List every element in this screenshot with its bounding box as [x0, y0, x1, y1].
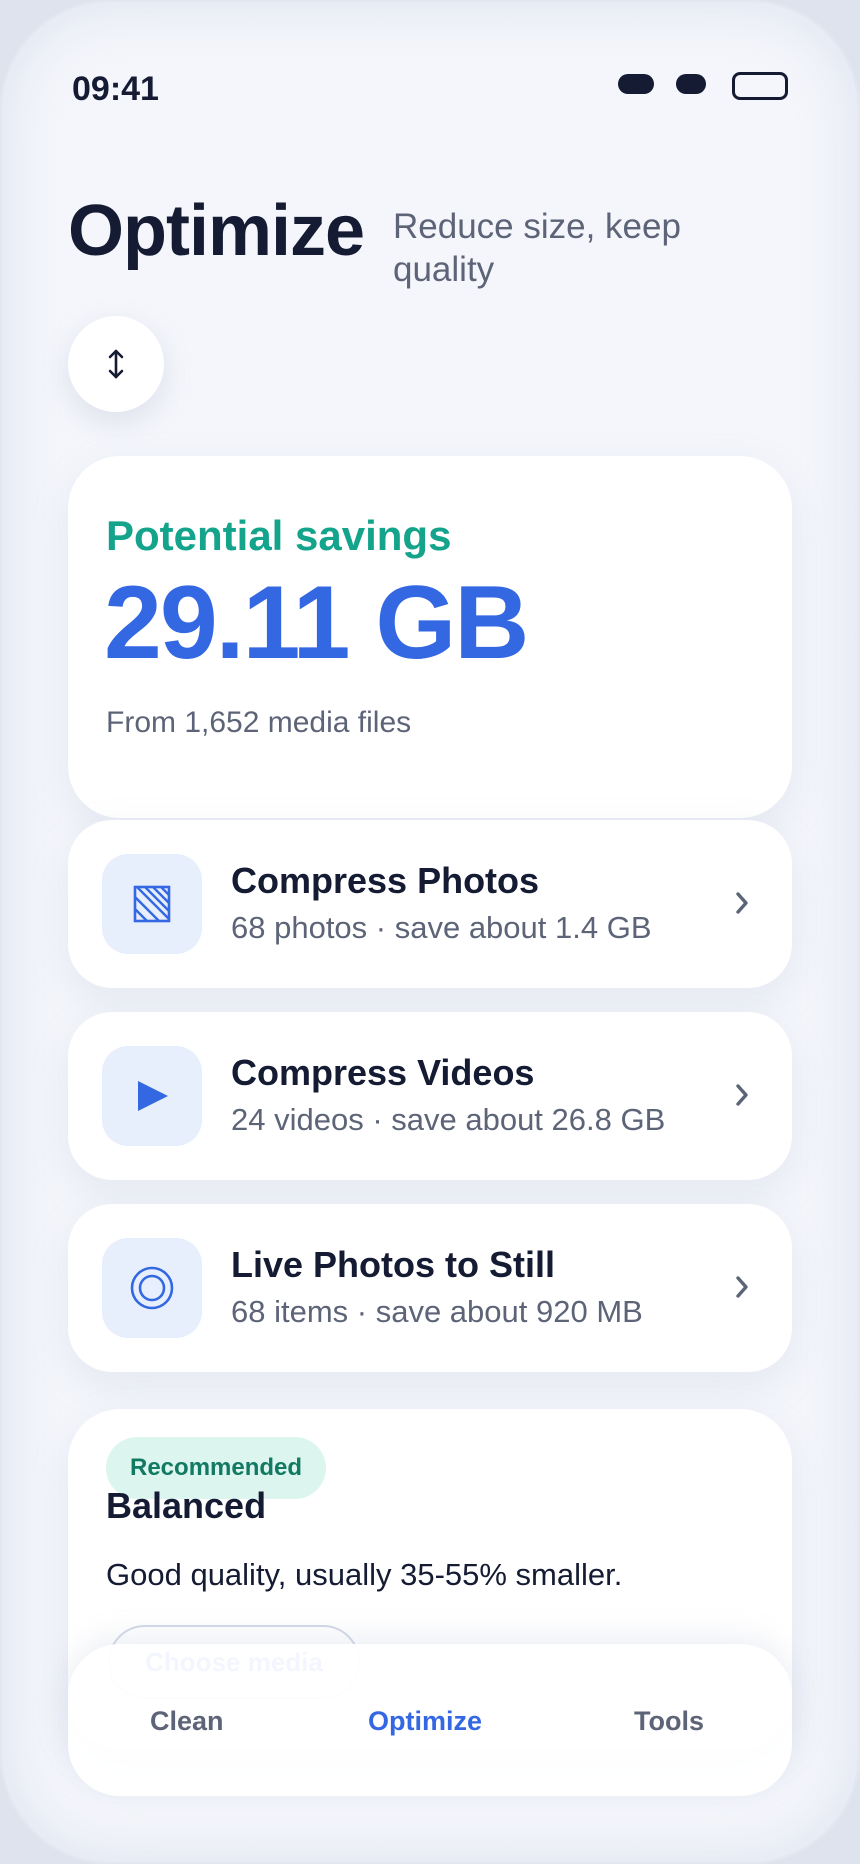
row-title: Compress Videos	[231, 1052, 535, 1093]
row-title: Live Photos to Still	[231, 1244, 556, 1285]
live-photo-icon-tile	[102, 1238, 202, 1338]
sort-button[interactable]	[68, 316, 164, 412]
status-time: 09:41	[72, 70, 159, 108]
page-title: Optimize	[68, 191, 365, 271]
compress-photos-row[interactable]: Compress Photos 68 photos · save about 1…	[68, 820, 792, 988]
compress-videos-row[interactable]: Compress Videos 24 videos · save about 2…	[68, 1012, 792, 1180]
status-icons	[618, 72, 788, 102]
page-subtitle: Reduce size, keep quality	[393, 207, 681, 289]
preset-description: Good quality, usually 35-55% smaller.	[106, 1557, 623, 1592]
phone-screen: 09:41 Optimize Reduce size, keep quality…	[0, 0, 860, 1864]
up-down-arrow-icon	[108, 349, 124, 379]
savings-subtitle: From 1,652 media files	[106, 706, 412, 739]
chevron-right-icon	[722, 1262, 762, 1312]
tab-tools[interactable]: Tools	[634, 1706, 704, 1737]
status-bar: 09:41	[72, 70, 788, 110]
chevron-right-icon	[722, 1070, 762, 1120]
battery-icon	[732, 72, 788, 100]
row-title: Compress Photos	[231, 860, 540, 901]
savings-value: 29.11 GB	[104, 565, 529, 681]
savings-label: Potential savings	[106, 512, 452, 559]
wifi-icon	[676, 74, 706, 94]
tab-clean[interactable]: Clean	[150, 1706, 224, 1737]
tab-optimize[interactable]: Optimize	[368, 1706, 482, 1737]
row-subtitle: 24 videos · save about 26.8 GB	[231, 1102, 666, 1137]
photo-hatch-icon	[133, 885, 171, 923]
live-photos-row[interactable]: Live Photos to Still 68 items · save abo…	[68, 1204, 792, 1372]
preset-name: Balanced	[106, 1485, 267, 1526]
play-icon	[138, 1081, 168, 1111]
live-photo-icon	[130, 1266, 174, 1310]
savings-card: Potential savings 29.11 GB From 1,652 me…	[68, 456, 792, 818]
row-subtitle: 68 items · save about 920 MB	[231, 1294, 643, 1329]
video-icon-tile	[102, 1046, 202, 1146]
photo-icon-tile	[102, 854, 202, 954]
chevron-right-icon	[722, 878, 762, 928]
signal-icon	[618, 74, 654, 94]
row-subtitle: 68 photos · save about 1.4 GB	[231, 910, 652, 945]
tab-bar: Clean Optimize Tools	[68, 1644, 792, 1796]
